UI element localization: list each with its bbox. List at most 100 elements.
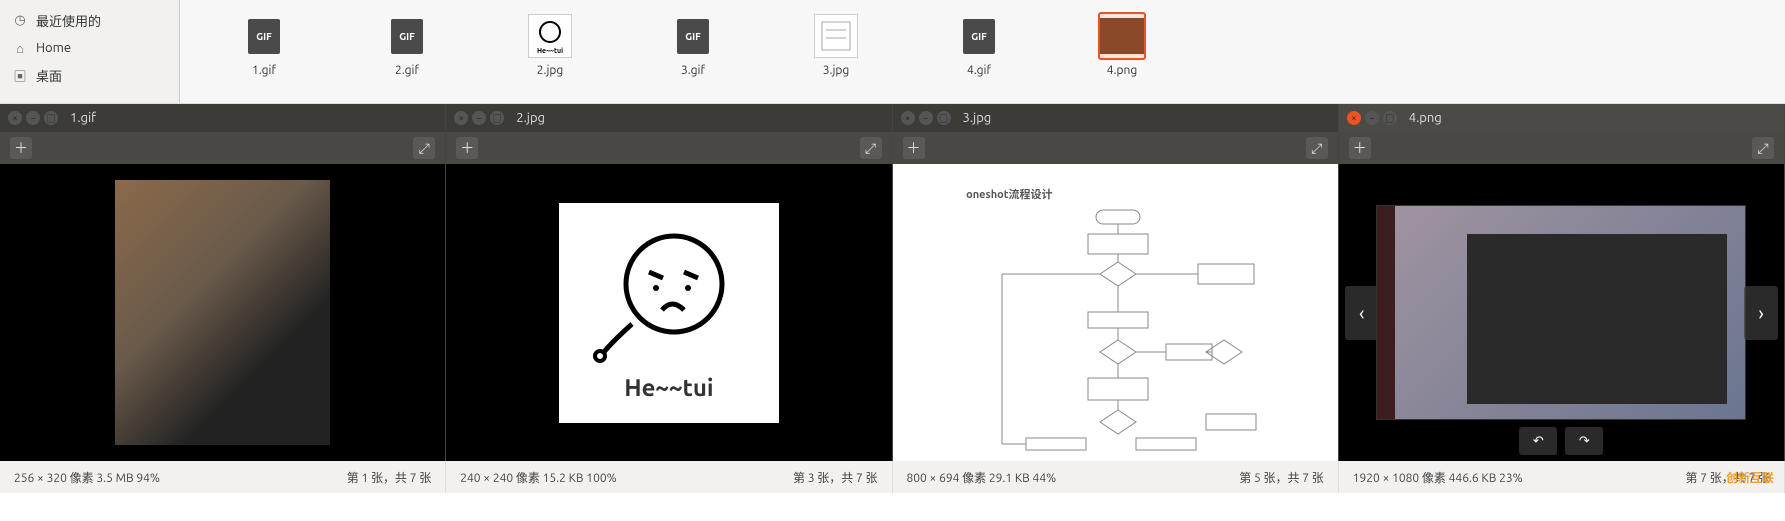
- add-button[interactable]: ＋: [456, 137, 478, 159]
- fullscreen-icon[interactable]: ⤢: [860, 137, 882, 159]
- file-item[interactable]: GIF 3.gif: [669, 12, 717, 77]
- window-titlebar[interactable]: × − □ 1.gif: [0, 104, 445, 132]
- watermark: 创新互联: [1726, 469, 1774, 486]
- window-titlebar[interactable]: × − □ 2.jpg: [446, 104, 891, 132]
- file-thumb-png: [1098, 12, 1146, 60]
- close-icon[interactable]: ×: [8, 111, 22, 125]
- image-content: He~~tui: [559, 203, 779, 423]
- svg-text:He~~tui: He~~tui: [537, 47, 563, 55]
- rotate-tools: ↶ ↷: [1519, 427, 1603, 455]
- file-thumb-jpg: He~~tui: [526, 12, 574, 60]
- gif-badge-icon: GIF: [963, 19, 995, 54]
- window-titlebar[interactable]: × − □ 3.jpg: [893, 104, 1338, 132]
- maximize-icon[interactable]: □: [490, 111, 504, 125]
- desktop-icon: ▣: [12, 68, 28, 84]
- file-item[interactable]: GIF 1.gif: [240, 12, 288, 77]
- maximize-icon[interactable]: □: [44, 111, 58, 125]
- gif-badge-icon: GIF: [248, 19, 280, 54]
- minimize-icon[interactable]: −: [1365, 111, 1379, 125]
- sidebar-item-label: 最近使用的: [36, 11, 101, 30]
- rotate-left-icon[interactable]: ↶: [1519, 427, 1557, 455]
- viewer-toolbar: ＋ ⤢: [1339, 132, 1784, 164]
- image-viewer: × − □ 1.gif ＋ ⤢: [0, 104, 446, 461]
- close-icon[interactable]: ×: [901, 111, 915, 125]
- image-index: 第 1 张，共 7 张: [347, 469, 432, 486]
- sidebar-item-home[interactable]: ⌂ Home: [0, 35, 179, 61]
- image-dimensions: 800 × 694 像素 29.1 KB 44%: [907, 469, 1057, 486]
- sidebar: ◷ 最近使用的 ⌂ Home ▣ 桌面: [0, 0, 180, 103]
- image-dimensions: 240 × 240 像素 15.2 KB 100%: [460, 469, 616, 486]
- window-title: 4.png: [1409, 111, 1442, 125]
- sidebar-item-label: 桌面: [36, 66, 62, 85]
- file-item[interactable]: 3.jpg: [812, 12, 860, 77]
- gif-badge-icon: GIF: [677, 19, 709, 54]
- file-label: 3.gif: [681, 64, 705, 77]
- window-titlebar[interactable]: × − □ 4.png: [1339, 104, 1784, 132]
- viewers-row: × − □ 1.gif ＋ ⤢ × − □ 2.jpg ＋ ⤢: [0, 104, 1785, 461]
- fullscreen-icon[interactable]: ⤢: [1306, 137, 1328, 159]
- image-viewer: × − □ 4.png ＋ ⤢ ‹ › ↶ ↷: [1339, 104, 1785, 461]
- image-canvas[interactable]: ‹ › ↶ ↷: [1339, 164, 1784, 461]
- image-viewer: × − □ 2.jpg ＋ ⤢ He~~tui: [446, 104, 892, 461]
- close-icon[interactable]: ×: [454, 111, 468, 125]
- image-canvas[interactable]: oneshot流程设计: [893, 164, 1338, 461]
- image-canvas[interactable]: He~~tui: [446, 164, 891, 461]
- window-controls: × − □: [8, 111, 58, 125]
- window-controls: × − □: [1347, 111, 1397, 125]
- fullscreen-icon[interactable]: ⤢: [1752, 137, 1774, 159]
- image-content: [1376, 205, 1746, 420]
- minimize-icon[interactable]: −: [472, 111, 486, 125]
- status-bar: 256 × 320 像素 3.5 MB 94% 第 1 张，共 7 张 240 …: [0, 461, 1785, 493]
- file-label: 4.gif: [967, 64, 991, 77]
- maximize-icon[interactable]: □: [1383, 111, 1397, 125]
- file-item[interactable]: GIF 4.gif: [955, 12, 1003, 77]
- minimize-icon[interactable]: −: [919, 111, 933, 125]
- image-viewer: × − □ 3.jpg ＋ ⤢ oneshot流程设计: [893, 104, 1339, 461]
- image-caption: He~~tui: [624, 374, 713, 401]
- next-image-button[interactable]: ›: [1744, 286, 1778, 340]
- file-thumb-gif: GIF: [669, 12, 717, 60]
- status-cell: 256 × 320 像素 3.5 MB 94% 第 1 张，共 7 张: [0, 461, 446, 493]
- file-item[interactable]: He~~tui 2.jpg: [526, 12, 574, 77]
- flowchart-title: oneshot流程设计: [966, 186, 1264, 202]
- file-thumb-gif: GIF: [955, 12, 1003, 60]
- clock-icon: ◷: [12, 13, 28, 29]
- minimize-icon[interactable]: −: [26, 111, 40, 125]
- sidebar-item-recent[interactable]: ◷ 最近使用的: [0, 6, 179, 35]
- window-title: 2.jpg: [516, 111, 545, 125]
- file-label: 4.png: [1107, 64, 1138, 77]
- home-icon: ⌂: [12, 40, 28, 56]
- close-icon[interactable]: ×: [1347, 111, 1361, 125]
- status-cell: 1920 × 1080 像素 446.6 KB 23% 第 7 张，共 7 张 …: [1339, 461, 1785, 493]
- image-dimensions: 256 × 320 像素 3.5 MB 94%: [14, 469, 160, 486]
- sidebar-item-desktop[interactable]: ▣ 桌面: [0, 61, 179, 90]
- viewer-toolbar: ＋ ⤢: [893, 132, 1338, 164]
- file-label: 1.gif: [252, 64, 276, 77]
- window-controls: × − □: [454, 111, 504, 125]
- image-canvas[interactable]: [0, 164, 445, 461]
- viewer-toolbar: ＋ ⤢: [0, 132, 445, 164]
- file-thumb-gif: GIF: [240, 12, 288, 60]
- image-content: oneshot流程设计: [960, 180, 1270, 445]
- image-index: 第 5 张，共 7 张: [1239, 469, 1324, 486]
- sidebar-item-label: Home: [36, 41, 71, 55]
- file-label: 2.jpg: [537, 64, 564, 77]
- file-label: 3.jpg: [823, 64, 850, 77]
- file-thumb-gif: GIF: [383, 12, 431, 60]
- prev-image-button[interactable]: ‹: [1345, 286, 1379, 340]
- add-button[interactable]: ＋: [10, 137, 32, 159]
- file-browser: ◷ 最近使用的 ⌂ Home ▣ 桌面 GIF 1.gif GIF 2.gif …: [0, 0, 1785, 104]
- maximize-icon[interactable]: □: [937, 111, 951, 125]
- gif-badge-icon: GIF: [391, 19, 423, 54]
- image-dimensions: 1920 × 1080 像素 446.6 KB 23%: [1353, 469, 1523, 486]
- fullscreen-icon[interactable]: ⤢: [413, 137, 435, 159]
- file-thumb-jpg: [812, 12, 860, 60]
- image-content: [115, 180, 330, 445]
- file-item[interactable]: GIF 2.gif: [383, 12, 431, 77]
- rotate-right-icon[interactable]: ↷: [1565, 427, 1603, 455]
- window-controls: × − □: [901, 111, 951, 125]
- add-button[interactable]: ＋: [1349, 137, 1371, 159]
- file-item[interactable]: 4.png: [1098, 12, 1146, 77]
- add-button[interactable]: ＋: [903, 137, 925, 159]
- file-label: 2.gif: [395, 64, 419, 77]
